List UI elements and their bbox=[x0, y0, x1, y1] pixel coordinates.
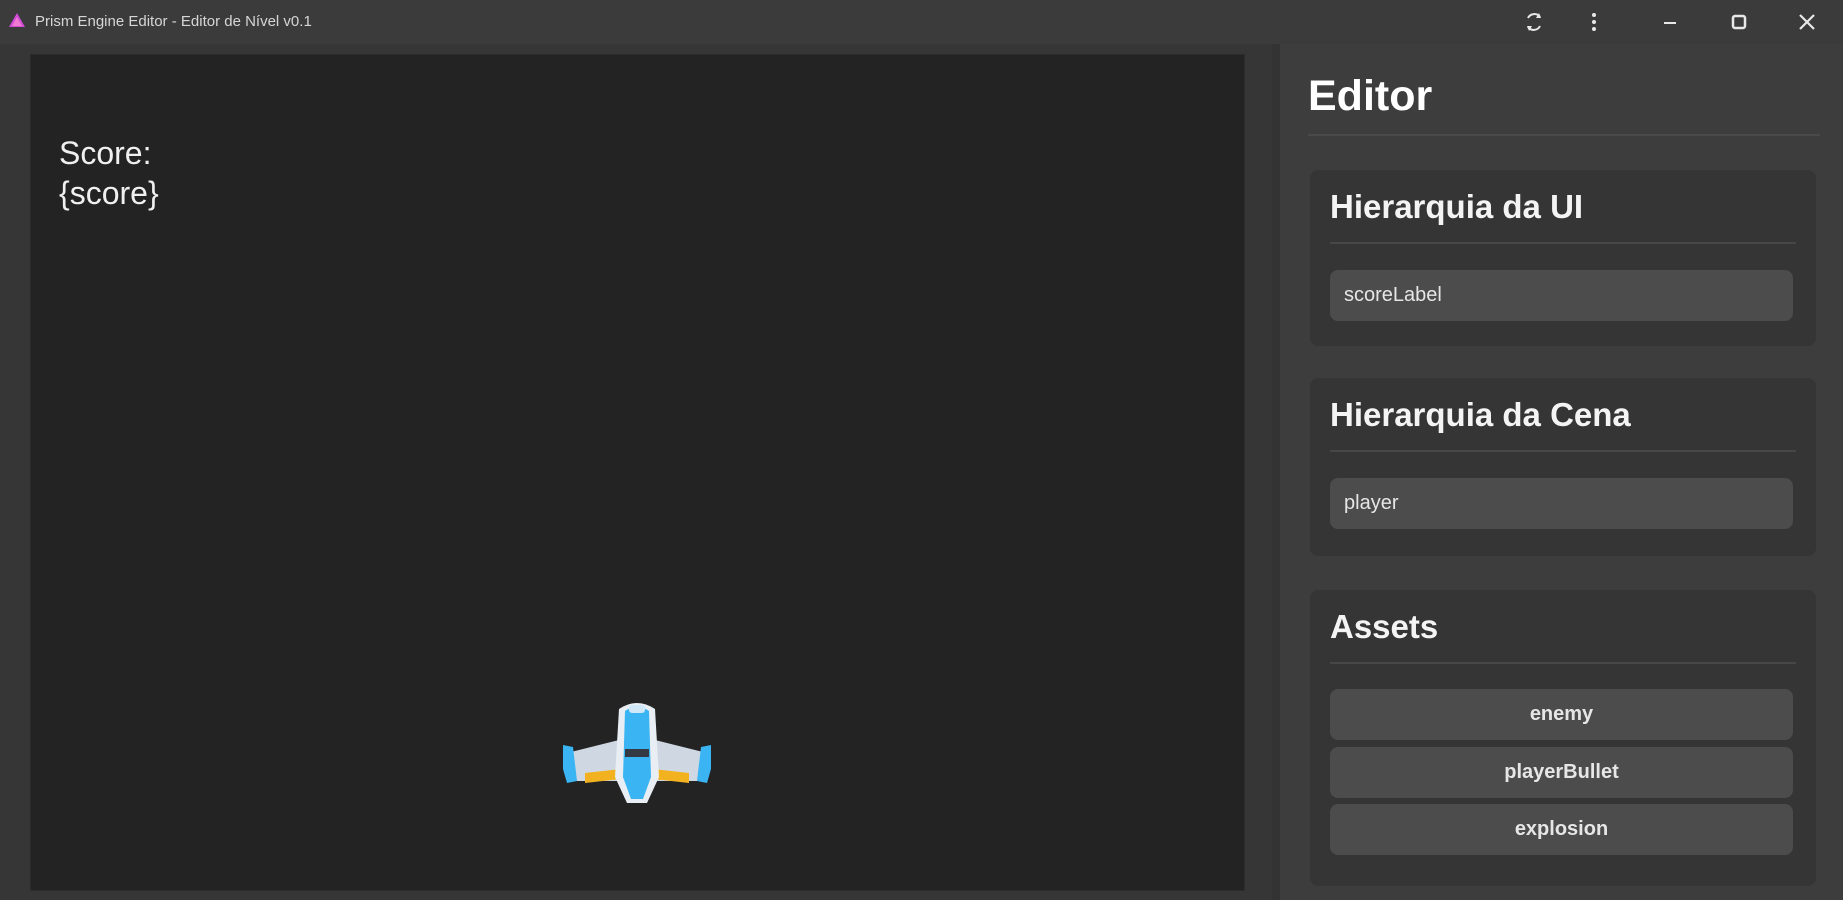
assets-title: Assets bbox=[1330, 608, 1439, 645]
minimize-icon bbox=[1664, 22, 1676, 24]
reload-button[interactable] bbox=[1516, 6, 1552, 38]
player-spaceship[interactable] bbox=[559, 697, 715, 807]
scene-hierarchy-title: Hierarquia da Cena bbox=[1330, 396, 1631, 433]
more-options-button[interactable] bbox=[1576, 6, 1612, 38]
title-bar: Prism Engine Editor - Editor de Nível v0… bbox=[0, 0, 1843, 44]
editor-title: Editor bbox=[1308, 72, 1433, 120]
editor-panel: Editor Hierarquia da UI scoreLabel Hiera… bbox=[1280, 44, 1843, 900]
maximize-icon bbox=[1731, 14, 1747, 30]
close-button[interactable] bbox=[1789, 6, 1825, 38]
score-label-line: {score} bbox=[59, 175, 159, 211]
assets-card: Assets enemy playerBullet explosion bbox=[1310, 590, 1816, 886]
asset-explosion-button[interactable]: explosion bbox=[1330, 804, 1793, 855]
score-label-text: Score: {score} bbox=[59, 133, 219, 213]
scene-item-player[interactable]: player bbox=[1330, 478, 1793, 529]
scene-hierarchy-card: Hierarquia da Cena player bbox=[1310, 378, 1816, 556]
prism-logo-icon bbox=[9, 13, 25, 27]
reload-icon bbox=[1527, 13, 1541, 31]
maximize-button[interactable] bbox=[1721, 6, 1757, 38]
ui-hierarchy-card: Hierarquia da UI scoreLabel bbox=[1310, 170, 1816, 346]
game-viewport[interactable]: Score: {score} bbox=[30, 54, 1245, 891]
ui-hierarchy-title: Hierarquia da UI bbox=[1330, 188, 1584, 225]
asset-playerbullet-button[interactable]: playerBullet bbox=[1330, 747, 1793, 798]
score-label[interactable]: Score: {score} bbox=[59, 133, 219, 213]
assets-divider bbox=[1330, 662, 1796, 664]
ui-item-scorelabel[interactable]: scoreLabel bbox=[1330, 270, 1793, 321]
panel-divider[interactable] bbox=[1272, 44, 1280, 900]
scene-hierarchy-divider bbox=[1330, 450, 1796, 452]
close-icon bbox=[1799, 14, 1815, 30]
editor-title-divider bbox=[1308, 134, 1820, 136]
asset-enemy-button[interactable]: enemy bbox=[1330, 689, 1793, 740]
window-title: Prism Engine Editor - Editor de Nível v0… bbox=[35, 13, 312, 30]
more-vertical-icon bbox=[1592, 13, 1596, 31]
minimize-button[interactable] bbox=[1652, 6, 1688, 38]
score-label-line: Score: bbox=[59, 135, 152, 171]
ui-hierarchy-divider bbox=[1330, 242, 1796, 244]
